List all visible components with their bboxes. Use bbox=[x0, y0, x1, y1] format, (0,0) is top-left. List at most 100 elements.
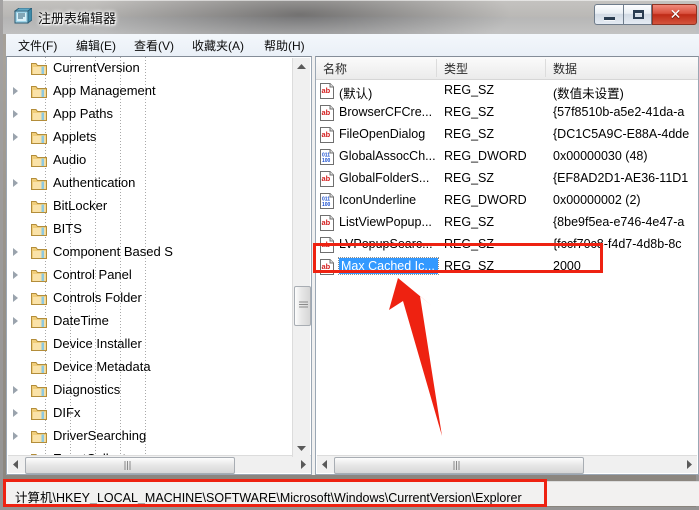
value-data: {fccf70c8-f4d7-4d8b-8c bbox=[553, 237, 682, 251]
scroll-left-icon[interactable] bbox=[8, 456, 25, 473]
chevron-right-icon[interactable] bbox=[13, 317, 18, 325]
minimize-button[interactable] bbox=[594, 4, 623, 25]
table-row[interactable]: ab LVPopupSearc... REG_SZ {fccf70c8-f4d7-4d… bbox=[316, 234, 698, 256]
tree-item-app-management[interactable]: App Management bbox=[7, 80, 295, 103]
scroll-up-icon[interactable] bbox=[293, 58, 310, 75]
registry-tree-pane[interactable]: CurrentVersion App Management App Paths App… bbox=[6, 56, 312, 475]
svg-text:ab: ab bbox=[322, 130, 331, 139]
tree-item-label: CurrentVersion bbox=[53, 60, 140, 75]
value-name: IconUnderline bbox=[339, 193, 417, 207]
tree-horizontal-scrollbar[interactable] bbox=[8, 455, 311, 474]
menu-item-edit[interactable]: 编辑(E) bbox=[74, 37, 118, 53]
menu-item-file[interactable]: 文件(F) bbox=[16, 37, 59, 53]
value-type: REG_SZ bbox=[444, 237, 495, 251]
folder-icon bbox=[31, 431, 47, 443]
scroll-down-icon[interactable] bbox=[293, 440, 310, 457]
column-header-data[interactable]: 数据 bbox=[553, 60, 577, 77]
grip-icon bbox=[453, 461, 460, 470]
table-row[interactable]: ab (默认) REG_SZ (数值未设置) bbox=[316, 80, 698, 102]
list-hscroll-thumb[interactable] bbox=[334, 457, 584, 474]
chevron-right-icon[interactable] bbox=[13, 87, 18, 95]
title-bar: 注册表编辑器 ✕ bbox=[3, 0, 699, 34]
chevron-right-icon[interactable] bbox=[13, 248, 18, 256]
string-value-icon: ab bbox=[320, 215, 334, 231]
tree-item-component-based-s[interactable]: Component Based S bbox=[7, 241, 295, 264]
column-divider[interactable] bbox=[436, 59, 437, 77]
svg-text:ab: ab bbox=[322, 174, 331, 183]
chevron-right-icon[interactable] bbox=[13, 409, 18, 417]
chevron-right-icon[interactable] bbox=[13, 179, 18, 187]
folder-icon bbox=[31, 270, 47, 282]
menu-item-help[interactable]: 帮助(H) bbox=[262, 37, 307, 53]
tree-vscroll-thumb[interactable] bbox=[294, 286, 311, 326]
tree-item-label: DriverSearching bbox=[53, 428, 147, 443]
tree-item-label: Controls Folder bbox=[53, 290, 142, 305]
chevron-right-icon[interactable] bbox=[13, 133, 18, 141]
tree-item-controls-folder[interactable]: Controls Folder bbox=[7, 287, 295, 310]
tree-item-authentication[interactable]: Authentication bbox=[7, 172, 295, 195]
column-divider[interactable] bbox=[545, 59, 546, 77]
value-data: {EF8AD2D1-AE36-11D1 bbox=[553, 171, 689, 185]
minimize-icon bbox=[604, 17, 615, 20]
tree-vertical-scrollbar[interactable] bbox=[292, 58, 311, 457]
tree-item-bits[interactable]: BITS bbox=[7, 218, 295, 241]
tree-item-difx[interactable]: DIFx bbox=[7, 402, 295, 425]
maximize-button[interactable] bbox=[623, 4, 652, 25]
menu-item-view[interactable]: 查看(V) bbox=[132, 37, 176, 53]
value-name: Max Cached Ic... bbox=[338, 257, 439, 275]
tree-item-currentversion[interactable]: CurrentVersion bbox=[7, 57, 295, 80]
registry-values-pane[interactable]: 名称 类型 数据 ab (默认) REG_SZ (数值未设置) ab BrowserCFC… bbox=[315, 56, 699, 475]
tree-item-device-metadata[interactable]: Device Metadata bbox=[7, 356, 295, 379]
chevron-right-icon[interactable] bbox=[13, 432, 18, 440]
folder-icon bbox=[31, 132, 47, 144]
folder-icon bbox=[31, 385, 47, 397]
string-value-icon: ab bbox=[320, 237, 334, 253]
tree-item-applets[interactable]: Applets bbox=[7, 126, 295, 149]
tree-hscroll-thumb[interactable] bbox=[25, 457, 235, 474]
tree-item-label: App Management bbox=[53, 83, 156, 98]
table-row[interactable]: ab ListViewPopup... REG_SZ {8be9f5ea-e746-4… bbox=[316, 212, 698, 234]
table-row[interactable]: ab BrowserCFCre... REG_SZ {57f8510b-a5e2-41… bbox=[316, 102, 698, 124]
column-header-type[interactable]: 类型 bbox=[444, 60, 468, 77]
tree-item-control-panel[interactable]: Control Panel bbox=[7, 264, 295, 287]
tree-item-device-installer[interactable]: Device Installer bbox=[7, 333, 295, 356]
folder-icon bbox=[31, 155, 47, 167]
value-data: {8be9f5ea-e746-4e47-a bbox=[553, 215, 685, 229]
string-value-icon: ab bbox=[320, 171, 334, 187]
scroll-right-icon[interactable] bbox=[294, 456, 311, 473]
table-row[interactable]: 011 100 IconUnderline REG_DWORD 0x00000002 (… bbox=[316, 190, 698, 212]
list-horizontal-scrollbar[interactable] bbox=[317, 455, 697, 474]
maximize-icon bbox=[633, 10, 644, 19]
value-data: 0x00000030 (48) bbox=[553, 149, 648, 163]
chevron-right-icon[interactable] bbox=[13, 386, 18, 394]
close-icon: ✕ bbox=[669, 6, 682, 22]
table-row[interactable]: ab GlobalFolderS... REG_SZ {EF8AD2D1-AE36-1… bbox=[316, 168, 698, 190]
menu-item-favorites[interactable]: 收藏夹(A) bbox=[190, 37, 246, 53]
tree-item-driversearching[interactable]: DriverSearching bbox=[7, 425, 295, 448]
table-row[interactable]: ab FileOpenDialog REG_SZ {DC1C5A9C-E88A-4dd… bbox=[316, 124, 698, 146]
scroll-right-icon[interactable] bbox=[680, 456, 697, 473]
table-row[interactable]: ab Max Cached Ic... REG_SZ 2000 bbox=[316, 256, 698, 278]
chevron-right-icon[interactable] bbox=[13, 294, 18, 302]
tree-item-label: BitLocker bbox=[53, 198, 108, 213]
tree-item-bitlocker[interactable]: BitLocker bbox=[7, 195, 295, 218]
tree-item-label: Device Metadata bbox=[53, 359, 151, 374]
tree-item-audio[interactable]: Audio bbox=[7, 149, 295, 172]
svg-text:100: 100 bbox=[322, 158, 331, 164]
svg-text:ab: ab bbox=[322, 262, 331, 271]
string-value-icon: ab bbox=[320, 259, 334, 275]
chevron-right-icon[interactable] bbox=[13, 110, 18, 118]
tree-item-datetime[interactable]: DateTime bbox=[7, 310, 295, 333]
value-name: ListViewPopup... bbox=[339, 215, 432, 229]
value-type: REG_DWORD bbox=[444, 149, 527, 163]
grip-icon bbox=[298, 301, 308, 308]
tree-item-diagnostics[interactable]: Diagnostics bbox=[7, 379, 295, 402]
close-button[interactable]: ✕ bbox=[652, 4, 697, 25]
chevron-right-icon[interactable] bbox=[13, 271, 18, 279]
table-row[interactable]: 011 100 GlobalAssocCh... REG_DWORD 0x0000003… bbox=[316, 146, 698, 168]
folder-icon bbox=[31, 293, 47, 305]
tree-item-app-paths[interactable]: App Paths bbox=[7, 103, 295, 126]
scroll-left-icon[interactable] bbox=[317, 456, 334, 473]
value-type: REG_SZ bbox=[444, 83, 495, 97]
column-header-name[interactable]: 名称 bbox=[323, 60, 347, 77]
